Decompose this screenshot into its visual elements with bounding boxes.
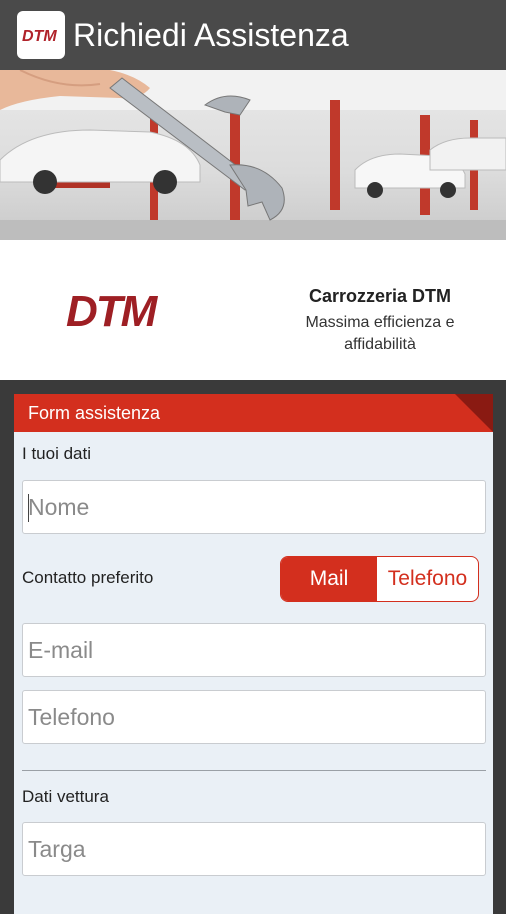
page-title: Richiedi Assistenza: [73, 16, 349, 53]
contact-option-phone[interactable]: Telefono: [377, 557, 478, 601]
vehicle-section-label: Dati vettura: [22, 787, 109, 806]
corner-fold-icon: [455, 394, 493, 432]
email-field[interactable]: [22, 623, 486, 677]
app-bar: DTM Richiedi Assistenza: [0, 0, 506, 70]
hero-image: [0, 70, 506, 240]
text-cursor: [28, 494, 29, 522]
dtm-brand-logo: DTM: [62, 286, 192, 339]
name-field[interactable]: [22, 480, 486, 534]
plate-input[interactable]: [23, 823, 485, 875]
name-input[interactable]: [23, 481, 485, 533]
contact-option-mail[interactable]: Mail: [281, 557, 377, 601]
svg-text:DTM: DTM: [66, 287, 159, 334]
dtm-logo-icon: DTM: [17, 11, 65, 59]
phone-field[interactable]: [22, 690, 486, 744]
email-input[interactable]: [23, 624, 485, 676]
personal-section-label: I tuoi dati: [22, 444, 91, 463]
brand-name: Carrozzeria DTM: [308, 286, 452, 306]
contact-preference-toggle[interactable]: Mail Telefono: [280, 556, 479, 602]
plate-field[interactable]: [22, 822, 486, 876]
brand-panel: DTM Carrozzeria DTM Massima efficienza e…: [0, 240, 506, 380]
brand-tagline: Massima efficienza e affidabilità: [305, 314, 455, 353]
phone-input[interactable]: [23, 691, 485, 743]
svg-text:DTM: DTM: [22, 28, 57, 45]
section-divider: [22, 770, 486, 771]
form-header: Form assistenza: [14, 394, 493, 432]
assistance-form: Form assistenza I tuoi dati Contatto pre…: [14, 394, 493, 914]
contact-preference-label: Contatto preferito: [22, 568, 154, 587]
form-title: Form assistenza: [28, 403, 161, 423]
